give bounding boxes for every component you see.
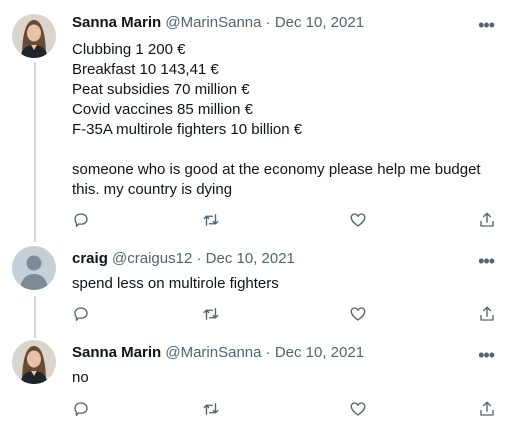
author-handle[interactable]: @MarinSanna (165, 344, 261, 361)
default-avatar[interactable] (12, 246, 56, 290)
author-handle[interactable]: @craigus12 (112, 250, 192, 267)
tweet-date[interactable]: Dec 10, 2021 (206, 250, 295, 267)
tweet-text: spend less on multirole fighters (72, 274, 492, 294)
tweet-date[interactable]: Dec 10, 2021 (275, 344, 364, 361)
tweet-line: spend less on multirole fighters (72, 275, 279, 292)
tweet-line: F-35A multirole fighters 10 billion € (72, 121, 303, 138)
separator: · (265, 344, 271, 361)
reply-icon[interactable] (72, 400, 92, 420)
tweet-text: no (72, 368, 492, 388)
thread-line (34, 62, 36, 242)
share-icon[interactable] (478, 305, 498, 325)
tweet-line: Breakfast 10 143,41 € (72, 61, 219, 78)
tweet-actions (72, 211, 502, 231)
tweet-line: Covid vaccines 85 million € (72, 101, 253, 118)
tweet-actions (72, 305, 502, 325)
like-icon[interactable] (349, 305, 369, 325)
tweet-header: Sanna Marin @MarinSanna · Dec 10, 2021 (72, 344, 364, 362)
author-name[interactable]: Sanna Marin (72, 344, 161, 361)
tweet-line: Clubbing 1 200 € (72, 41, 186, 58)
tweet-date[interactable]: Dec 10, 2021 (275, 14, 364, 31)
tweet-line: Peat subsidies 70 million € (72, 81, 250, 98)
reply-icon[interactable] (72, 305, 92, 325)
tweet-line (72, 140, 492, 160)
avatar[interactable] (12, 14, 56, 58)
retweet-icon[interactable] (202, 211, 222, 231)
separator: · (265, 14, 271, 31)
tweet-text: Clubbing 1 200 € Breakfast 10 143,41 € P… (72, 40, 492, 200)
tweet-actions (72, 400, 502, 420)
thread-line (34, 296, 36, 338)
more-options-icon[interactable]: ••• (478, 16, 495, 34)
share-icon[interactable] (478, 211, 498, 231)
like-icon[interactable] (349, 211, 369, 231)
tweet-header: Sanna Marin @MarinSanna · Dec 10, 2021 (72, 14, 364, 32)
tweet-line: no (72, 369, 89, 386)
separator: · (196, 250, 202, 267)
tweet-line: this. my country is dying (72, 181, 233, 198)
retweet-icon[interactable] (202, 400, 222, 420)
share-icon[interactable] (478, 400, 498, 420)
tweet-header: craig @craigus12 · Dec 10, 2021 (72, 250, 295, 268)
retweet-icon[interactable] (202, 305, 222, 325)
author-name[interactable]: Sanna Marin (72, 14, 161, 31)
more-options-icon[interactable]: ••• (478, 346, 495, 364)
author-name[interactable]: craig (72, 250, 108, 267)
reply-icon[interactable] (72, 211, 92, 231)
author-handle[interactable]: @MarinSanna (165, 14, 261, 31)
avatar[interactable] (12, 340, 56, 384)
like-icon[interactable] (349, 400, 369, 420)
tweet-line: someone who is good at the economy pleas… (72, 161, 481, 178)
more-options-icon[interactable]: ••• (478, 252, 495, 270)
